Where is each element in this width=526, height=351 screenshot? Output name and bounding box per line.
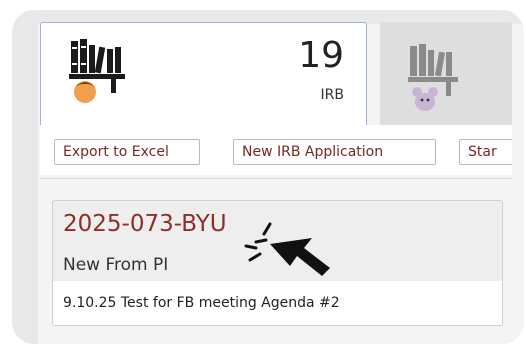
export-excel-button[interactable]: Export to Excel bbox=[54, 139, 200, 165]
books-mouse-icon bbox=[408, 44, 458, 111]
action-toolbar: Export to Excel New IRB Application Star bbox=[40, 125, 512, 175]
irb-label: IRB bbox=[320, 87, 344, 103]
irb-count: 19 bbox=[298, 35, 344, 76]
click-pointer-icon bbox=[242, 216, 336, 282]
protocol-description: 9.10.25 Test for FB meeting Agenda #2 bbox=[53, 281, 502, 325]
animal-protocol-tile[interactable] bbox=[380, 22, 512, 138]
irb-tile[interactable]: 19 IRB bbox=[40, 22, 367, 138]
protocol-status: New From PI bbox=[63, 255, 169, 275]
protocol-id-link[interactable]: 2025-073-BYU bbox=[63, 211, 227, 237]
protocol-description-text: 9.10.25 Test for FB meeting Agenda #2 bbox=[63, 295, 340, 311]
divider bbox=[40, 178, 512, 179]
books-user-icon bbox=[69, 39, 125, 103]
start-button[interactable]: Star bbox=[459, 139, 512, 165]
new-irb-application-button[interactable]: New IRB Application bbox=[233, 139, 436, 165]
